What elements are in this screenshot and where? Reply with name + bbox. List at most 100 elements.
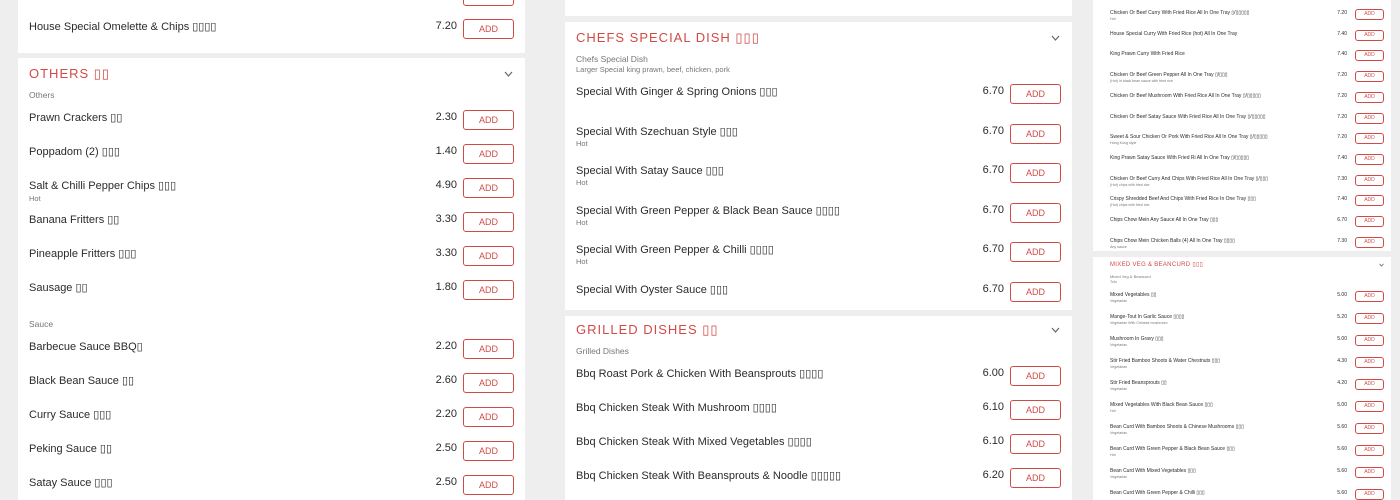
chevron-down-icon[interactable] (504, 71, 513, 77)
add-button[interactable]: ADD (1355, 174, 1384, 186)
item-price: 7.20 (1337, 92, 1347, 99)
add-button[interactable]: ADD (1355, 313, 1384, 324)
add-button[interactable]: ADD (1010, 366, 1061, 386)
add-button[interactable]: ADD (463, 144, 514, 164)
menu-item[interactable]: Special With Satay Sauce ▯▯▯ Hot 6.70 ADD (565, 159, 1072, 197)
menu-item[interactable]: Sweet & Sour Chicken Or Pork With Fried … (1093, 132, 1391, 151)
menu-item[interactable]: Bbq Chicken Steak With Mixed Vegetables … (565, 430, 1072, 462)
menu-item[interactable]: Prawn Crackers ▯▯ 2.30 ADD (18, 106, 525, 138)
add-button[interactable]: ADD (463, 212, 514, 232)
section-caption: Mixed Veg & Beancurd (1110, 274, 1151, 279)
menu-item[interactable]: Chips Chow Mein Any Sauce All In One Tra… (1093, 215, 1391, 234)
add-button[interactable]: ADD (463, 407, 514, 427)
item-name: Special With Satay Sauce ▯▯▯ (576, 165, 724, 177)
add-button[interactable]: ADD (1010, 434, 1061, 454)
chevron-down-icon[interactable] (1051, 327, 1060, 333)
add-button[interactable]: ADD (1355, 50, 1384, 62)
add-button[interactable]: ADD (1355, 357, 1384, 368)
add-button[interactable]: ADD (463, 246, 514, 266)
menu-item[interactable]: Bbq Chicken Steak With Mushroom ▯▯▯▯ 6.10… (565, 396, 1072, 428)
menu-item[interactable]: Stir Fried Beansprouts ▯▯ Vegetarian 4.20 A… (1093, 378, 1391, 398)
add-button[interactable]: ADD (1355, 401, 1384, 412)
menu-item[interactable]: Sausage ▯▯ 1.80 ADD (18, 276, 525, 308)
menu-item[interactable]: Poppadom (2) ▯▯▯ 1.40 ADD (18, 140, 525, 172)
add-button[interactable]: ADD (1355, 423, 1384, 434)
menu-item[interactable]: Curry Sauce ▯▯▯ 2.20 ADD (18, 403, 525, 435)
add-button[interactable]: ADD (1355, 335, 1384, 346)
add-button[interactable]: ADD (1355, 216, 1384, 227)
menu-item[interactable]: Banana Fritters ▯▯ 3.30 ADD (18, 208, 525, 240)
menu-item[interactable]: Mushroom In Gravy ▯▯▯ Vegetarian 5.00 ADD (1093, 334, 1391, 354)
menu-item[interactable]: House Special Curry With Fried Rice (hot… (1093, 29, 1391, 48)
add-button[interactable]: ADD (1010, 123, 1061, 144)
menu-item[interactable]: Chips Chow Mein Chicken Balls (4) All In… (1093, 236, 1391, 251)
menu-item[interactable]: King Prawn Curry With Fried Rice 7.40 ADD (1093, 49, 1391, 68)
menu-item[interactable]: Special With Green Pepper & Chilli ▯▯▯▯ H… (565, 238, 1072, 276)
menu-item[interactable]: Mixed Vegetables ▯▯ Vegetarian 5.00 ADD (1093, 290, 1391, 310)
menu-item[interactable]: Bbq Chicken Steak With Beansprouts & Noo… (565, 464, 1072, 496)
menu-item[interactable]: Bbq Roast Pork & Chicken With Beansprout… (565, 362, 1072, 394)
item-name: House Special Curry With Fried Rice (hot… (1110, 30, 1238, 37)
menu-item[interactable]: Special With Ginger & Spring Onions ▯▯▯ 6… (565, 80, 1072, 118)
add-button[interactable]: ADD (1355, 445, 1384, 456)
menu-item[interactable]: Bean Curd With Green Pepper & Black Bean… (1093, 444, 1391, 464)
add-button[interactable]: ADD (463, 373, 514, 393)
add-button[interactable]: ADD (1355, 71, 1384, 83)
add-button[interactable]: ADD (463, 0, 514, 6)
add-button[interactable]: ADD (463, 280, 514, 300)
menu-item[interactable]: Chicken Or Beef Green Pepper All In One … (1093, 70, 1391, 89)
add-button[interactable]: ADD (1355, 112, 1384, 124)
add-button[interactable]: ADD (1355, 29, 1384, 41)
add-button[interactable]: ADD (463, 19, 514, 39)
add-button[interactable]: ADD (1355, 195, 1384, 207)
menu-item[interactable]: Crispy Shredded Beef And Chips With Frie… (1093, 194, 1391, 213)
menu-item[interactable]: Salt & Chilli Pepper Chips ▯▯▯ Hot 4.90 ADD (18, 174, 525, 206)
menu-item[interactable]: Chicken Or Beef Curry With Fried Rice Al… (1093, 8, 1391, 27)
add-button[interactable]: ADD (1355, 9, 1384, 20)
menu-item[interactable]: Chicken Or Beef Satay Sauce With Fried R… (1093, 112, 1391, 131)
sauce-caption: Sauce (29, 319, 54, 329)
menu-item[interactable]: House Special Omelette & Chips ▯▯▯▯ 7.20… (18, 15, 525, 45)
menu-item[interactable]: Satay Sauce ▯▯▯ 2.50 ADD (18, 471, 525, 500)
menu-item[interactable]: Special With Szechuan Style ▯▯▯ Hot 6.70 AD… (565, 120, 1072, 158)
add-button[interactable]: ADD (463, 110, 514, 130)
add-button[interactable]: ADD (1010, 281, 1061, 302)
menu-item[interactable]: Bean Curd With Mixed Vegetables ▯▯▯ Veget… (1093, 466, 1391, 486)
add-button[interactable]: ADD (463, 339, 514, 359)
add-button[interactable]: ADD (463, 178, 514, 198)
add-button[interactable]: ADD (1355, 291, 1384, 302)
add-button[interactable]: ADD (1010, 163, 1061, 183)
add-button[interactable]: ADD (1355, 236, 1384, 248)
add-button[interactable]: ADD (1355, 153, 1384, 165)
menu-item[interactable]: Bean Curd With Bamboo Shoots & Chinese M… (1093, 422, 1391, 442)
add-button[interactable]: ADD (1355, 133, 1384, 145)
chevron-down-icon[interactable] (1051, 35, 1060, 41)
add-button[interactable]: ADD (463, 475, 514, 495)
menu-item[interactable]: Pineapple Fritters ▯▯▯ 3.30 ADD (18, 242, 525, 274)
item-price: 4.90 (435, 179, 457, 191)
menu-item[interactable]: Chicken Or Beef Curry And Chips With Fri… (1093, 174, 1391, 193)
item-note: Vegetarian With Chinese mushroom (1110, 321, 1168, 325)
menu-item[interactable]: Mixed Vegetables With Black Bean Sauce ▯… (1093, 400, 1391, 420)
menu-item[interactable]: Mange-Tout In Garlic Sauce ▯▯▯▯ Vegetaria… (1093, 312, 1391, 332)
add-button[interactable]: ADD (1355, 91, 1384, 103)
menu-item[interactable]: Stir Fried Bamboo Shoots & Water Chestnu… (1093, 356, 1391, 376)
menu-item[interactable]: Peking Sauce ▯▯ 2.50 ADD (18, 437, 525, 469)
add-button[interactable]: ADD (1355, 379, 1384, 390)
add-button[interactable]: ADD (1010, 400, 1061, 420)
add-button[interactable]: ADD (1010, 202, 1061, 223)
add-button[interactable]: ADD (1010, 84, 1061, 104)
add-button[interactable]: ADD (1355, 467, 1384, 478)
menu-item[interactable]: Chicken Or Beef Mushroom With Fried Rice… (1093, 91, 1391, 110)
menu-item[interactable]: Black Bean Sauce ▯▯ 2.60 ADD (18, 369, 525, 401)
menu-item[interactable]: Barbecue Sauce BBQ▯ 2.20 ADD (18, 335, 525, 367)
menu-item[interactable]: Bean Curd With Green Pepper & Chilli ▯▯▯… (1093, 488, 1391, 500)
add-button[interactable]: ADD (1010, 242, 1061, 262)
menu-item[interactable]: Special With Green Pepper & Black Bean S… (565, 199, 1072, 237)
chevron-down-icon[interactable] (1379, 263, 1384, 267)
add-button[interactable]: ADD (463, 441, 514, 461)
add-button[interactable]: ADD (1355, 489, 1384, 500)
menu-item[interactable]: King Prawn Satay Sauce With Fried Ri All… (1093, 153, 1391, 172)
add-button[interactable]: ADD (1010, 468, 1061, 488)
menu-item[interactable]: Special With Oyster Sauce ▯▯▯ 6.70 ADD (565, 278, 1072, 311)
